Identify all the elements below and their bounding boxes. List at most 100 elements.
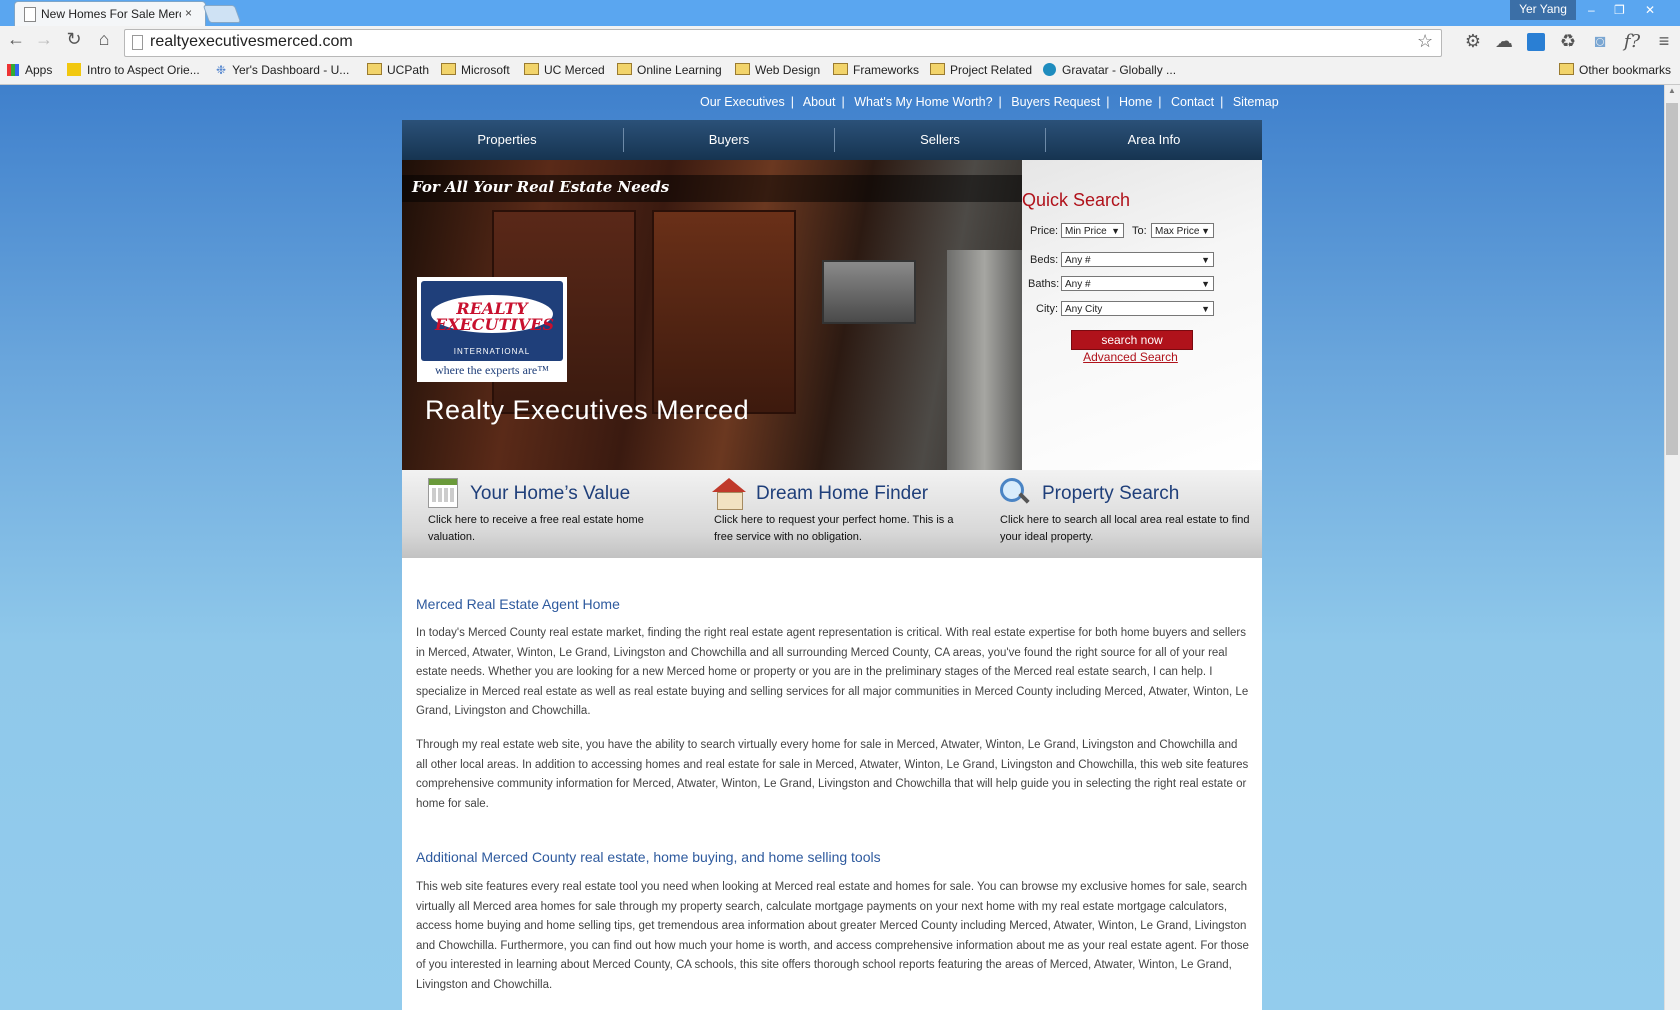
- yellow-page-icon: [67, 63, 81, 76]
- city-select[interactable]: Any City ▼: [1061, 301, 1214, 316]
- address-bar[interactable]: realtyexecutivesmerced.com ☆: [124, 29, 1442, 57]
- bookmarks-bar: Apps Intro to Aspect Orie... ❉ Yer's Dash…: [0, 58, 1680, 85]
- dream-home-feature[interactable]: Dream Home Finder Click here to request …: [688, 470, 974, 558]
- home-value-feature[interactable]: Your Home’s Value Click here to receive …: [402, 470, 688, 558]
- apps-bookmark[interactable]: Apps: [7, 63, 52, 77]
- dropdown-arrow-icon: ▼: [1201, 304, 1210, 314]
- bookmark-star-icon[interactable]: ☆: [1417, 31, 1433, 52]
- folder-icon: [441, 63, 456, 75]
- folder-icon: [930, 63, 945, 75]
- beds-label: Beds:: [1030, 254, 1059, 266]
- other-bookmarks-folder[interactable]: Other bookmarks: [1559, 63, 1671, 77]
- content-paragraph: This web site features every real estate…: [416, 881, 1249, 991]
- bookmark-folder[interactable]: Microsoft: [441, 63, 510, 77]
- nav-buyers[interactable]: Buyers: [624, 120, 834, 160]
- max-price-select[interactable]: Max Price ▼: [1151, 223, 1214, 238]
- hero-banner: For All Your Real Estate Needs REALTY EXE…: [402, 160, 1022, 470]
- fridge-graphic: [947, 250, 1022, 470]
- min-price-select[interactable]: Min Price ▼: [1061, 223, 1124, 238]
- top-links: Our Executives | About | What's My Home Wo…: [700, 95, 1279, 109]
- bookmark-folder[interactable]: Frameworks: [833, 63, 919, 77]
- feature-title: Property Search: [1042, 483, 1180, 504]
- logo-wordmark: REALTY EXECUTIVES: [435, 299, 555, 334]
- web-page: Our Executives | About | What's My Home Wo…: [0, 85, 1664, 1010]
- reload-icon[interactable]: ↻: [62, 29, 86, 50]
- page-icon: [132, 35, 143, 50]
- beds-select[interactable]: Any # ▼: [1061, 252, 1214, 267]
- dashboard-icon: ❉: [216, 63, 227, 77]
- top-link[interactable]: About: [803, 95, 836, 109]
- logo-badge: REALTY EXECUTIVES INTERNATIONAL: [421, 281, 563, 361]
- hero-tagline: For All Your Real Estate Needs: [412, 178, 670, 196]
- price-label: Price:: [1030, 225, 1059, 237]
- folder-icon: [1559, 63, 1574, 75]
- folder-icon: [833, 63, 848, 75]
- browser-titlebar: New Homes For Sale Merced × Yer Yang – ❐…: [0, 0, 1680, 27]
- cloud-extension-icon[interactable]: ☁: [1492, 31, 1516, 52]
- new-tab-button[interactable]: [202, 5, 242, 23]
- nav-properties[interactable]: Properties: [402, 120, 612, 160]
- dropdown-arrow-icon: ▼: [1201, 255, 1210, 265]
- realty-executives-logo[interactable]: REALTY EXECUTIVES INTERNATIONAL where the…: [417, 277, 567, 382]
- dropdown-arrow-icon: ▼: [1199, 224, 1210, 237]
- top-link[interactable]: Buyers Request: [1011, 95, 1100, 109]
- property-search-feature[interactable]: Property Search Click here to search all…: [974, 470, 1260, 558]
- main-content: Merced Real Estate Agent Home In today's…: [402, 558, 1262, 1010]
- advanced-search-link[interactable]: Advanced Search: [1022, 350, 1239, 364]
- browser-tab[interactable]: New Homes For Sale Merced ×: [14, 1, 206, 27]
- baths-label: Baths:: [1028, 278, 1060, 290]
- search-now-button[interactable]: search now: [1071, 330, 1193, 350]
- feature-title: Your Home’s Value: [470, 483, 631, 504]
- settings-gear-icon[interactable]: ⚙: [1461, 31, 1485, 52]
- top-link[interactable]: What's My Home Worth?: [854, 95, 992, 109]
- back-arrow-icon[interactable]: ←: [4, 29, 28, 50]
- url-text[interactable]: realtyexecutivesmerced.com: [150, 33, 353, 51]
- top-link[interactable]: Sitemap: [1233, 95, 1279, 109]
- kitchen-cabinet-graphic: [652, 210, 796, 414]
- restore-icon[interactable]: ❐: [1614, 3, 1625, 17]
- folder-icon: [524, 63, 539, 75]
- bookmark-item[interactable]: Gravatar - Globally ...: [1043, 63, 1176, 77]
- feature-title: Dream Home Finder: [756, 483, 929, 504]
- extension-icon[interactable]: [1527, 33, 1545, 51]
- quick-search-panel: Quick Search Price: Min Price ▼ To: Max P…: [1022, 160, 1262, 470]
- top-link[interactable]: Our Executives: [700, 95, 785, 109]
- bookmark-item[interactable]: ❉ Yer's Dashboard - U...: [216, 63, 349, 77]
- nav-area-info[interactable]: Area Info: [1046, 120, 1262, 160]
- menu-icon[interactable]: ≡: [1652, 31, 1676, 52]
- content-heading: Additional Merced County real estate, ho…: [416, 849, 881, 865]
- bookmark-folder[interactable]: UC Merced: [524, 63, 605, 77]
- feature-desc: Click here to receive a free real estate…: [428, 514, 644, 543]
- forward-arrow-icon[interactable]: →: [32, 29, 56, 50]
- home-icon[interactable]: ⌂: [92, 29, 116, 50]
- content-paragraph: Through my real estate web site, you hav…: [416, 739, 1249, 810]
- bookmark-folder[interactable]: UCPath: [367, 63, 429, 77]
- microwave-graphic: [822, 260, 916, 324]
- top-link[interactable]: Contact: [1171, 95, 1214, 109]
- bookmark-item[interactable]: Intro to Aspect Orie...: [67, 63, 200, 77]
- close-tab-icon[interactable]: ×: [185, 6, 192, 20]
- recycle-icon[interactable]: ♻: [1556, 31, 1580, 52]
- scroll-up-icon[interactable]: ▲: [1668, 86, 1676, 95]
- gravatar-icon: [1043, 63, 1056, 76]
- house-icon: [712, 478, 746, 510]
- quick-search-title: Quick Search: [1022, 190, 1131, 210]
- camera-icon[interactable]: ◙: [1588, 31, 1612, 52]
- user-profile-button[interactable]: Yer Yang: [1510, 0, 1576, 20]
- bookmark-folder[interactable]: Online Learning: [617, 63, 722, 77]
- bookmark-folder[interactable]: Project Related: [930, 63, 1032, 77]
- feature-desc: Click here to request your perfect home.…: [714, 514, 954, 543]
- content-heading: Merced Real Estate Agent Home: [416, 596, 620, 612]
- folder-icon: [735, 63, 750, 75]
- minimize-icon[interactable]: –: [1588, 3, 1595, 17]
- close-window-icon[interactable]: ✕: [1645, 3, 1655, 17]
- logo-international: INTERNATIONAL: [453, 347, 531, 356]
- nav-sellers[interactable]: Sellers: [835, 120, 1045, 160]
- scrollbar-thumb[interactable]: [1666, 103, 1678, 455]
- baths-select[interactable]: Any # ▼: [1061, 276, 1214, 291]
- font-extension-icon[interactable]: f?: [1620, 31, 1644, 52]
- content-paragraph: In today's Merced County real estate mar…: [416, 627, 1249, 717]
- bookmark-folder[interactable]: Web Design: [735, 63, 820, 77]
- top-link[interactable]: Home: [1119, 95, 1152, 109]
- apps-grid-icon: [7, 64, 19, 76]
